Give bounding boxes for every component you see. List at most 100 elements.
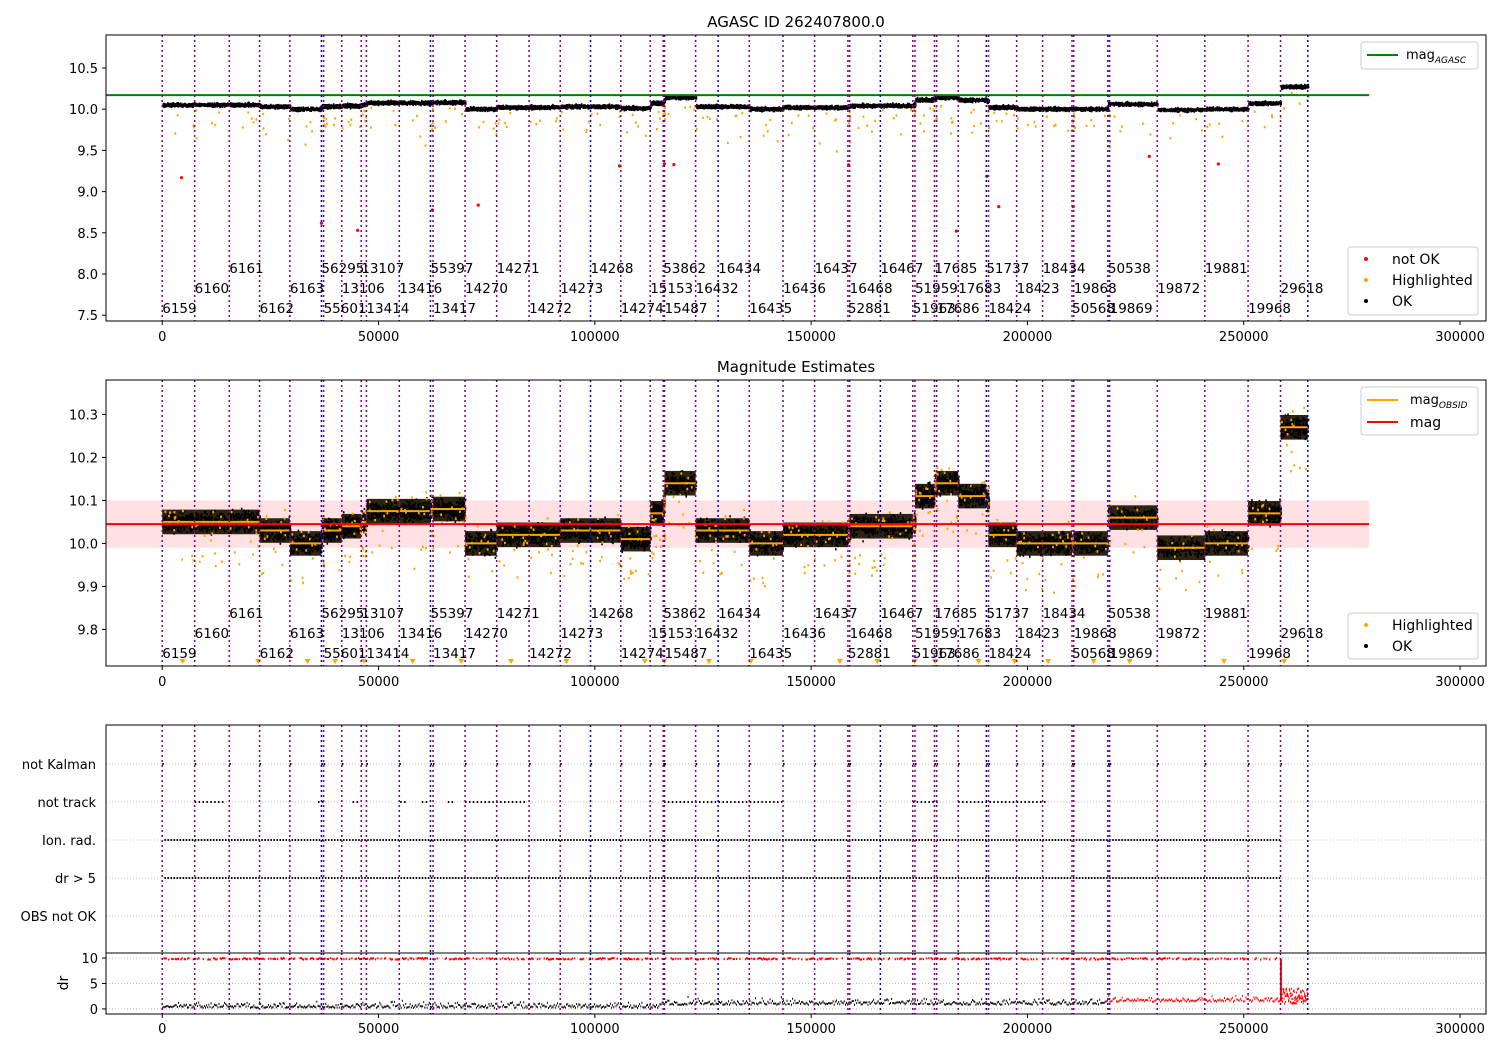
obs-points-16435 [749,105,785,143]
ok-points-16468 [849,102,882,109]
x-tick-label: 50000 [358,330,399,345]
ok-points-13106 [341,102,363,110]
not-ok-point-14270 [476,203,480,207]
obsid-label-6163: 6163 [290,281,324,297]
highlighted-points-55601 [324,117,337,128]
ok-points-16435 [749,105,785,113]
obs-points-14272 [529,103,562,126]
obsid-label-19868: 19868 [1074,626,1117,642]
obsid-label-6162: 6162 [260,646,294,662]
obsid-label-53862: 53862 [663,606,706,622]
figure: AGASC ID 262407800.0 6159616061616162616… [21,13,1487,1037]
highlighted-points-17685 [934,106,938,122]
obs-points-14274 [620,525,652,664]
flag-label: Ion. rad. [42,834,96,849]
obsid-label-51959: 51959 [915,626,958,642]
x-tick-label: 0 [158,675,166,690]
obsid-label-13416: 13416 [399,626,442,642]
ok-points-17683 [958,97,988,104]
obs-points-14271 [496,522,531,664]
obs-points-19881 [1204,106,1250,166]
obsid-label-51737: 51737 [986,261,1029,277]
highlighted-points-19869 [1113,115,1152,136]
ok-points-14272 [529,103,562,111]
obs-points-14273 [560,518,593,664]
not-ok-point-19869 [1147,154,1151,158]
dr-not-ok-points [1105,987,1309,1005]
legend2-highlighted-marker [1364,623,1368,627]
obsid-label-17685: 17685 [934,261,977,277]
obsid-label-16435: 16435 [749,646,792,662]
obs-points-16432 [695,103,720,131]
highlighted-points-14272 [529,117,558,126]
obs-points-55601 [323,103,344,128]
obsid-label-29618: 29618 [1281,281,1324,297]
obsid-label-50538: 50538 [1108,261,1151,277]
ok-points-19869 [1109,100,1159,108]
obs-points-18423 [1016,106,1044,130]
panel2-legend-upper: magOBSID mag [1360,386,1479,436]
obsid-label-16434: 16434 [718,261,761,277]
obsid-label-16467: 16467 [880,261,923,277]
highlighted-points-16434 [727,111,744,145]
obs-points-13106 [341,102,363,232]
panel2-legend-lower: Highlighted OK [1347,612,1479,660]
obsid-label-6161: 6161 [229,606,263,622]
panel1-frame [105,34,1487,322]
highlighted-points-18434 [1045,115,1074,133]
obs-points-6162 [259,103,292,142]
obs-points-14274 [620,104,652,137]
y-tick-label: 8.0 [77,268,98,283]
legend-not-ok-marker [1364,257,1368,261]
obs-points-13106 [341,511,363,564]
x-tick-label: 100000 [570,330,620,345]
obsid-label-15153: 15153 [650,281,693,297]
obsid-label-6161: 6161 [229,261,263,277]
obsid-label-16437: 16437 [815,606,858,622]
obsid-label-15153: 15153 [650,626,693,642]
obs-points-16467 [880,102,915,136]
obsid-label-18424: 18424 [989,301,1032,317]
highlighted-points-6162 [262,112,290,142]
obsid-label-13417: 13417 [433,646,476,662]
clipped-marker-13416 [409,659,416,664]
ok-points-19968 [1248,100,1283,107]
ok-points-14271 [496,104,531,111]
obsid-label-56295: 56295 [321,261,364,277]
x-tick-label: 150000 [786,675,836,690]
not-ok-point-15487 [672,163,676,167]
y-tick-label: 10.0 [69,103,98,118]
ok-points-16437 [814,104,850,111]
obsid-label-51737: 51737 [986,606,1029,622]
obsid-label-19968: 19968 [1248,301,1291,317]
obsid-label-55601: 55601 [324,301,367,317]
obsid-label-52881: 52881 [848,646,891,662]
obsid-label-14270: 14270 [465,281,508,297]
obs-points-16434 [718,103,751,145]
obsid-label-16432: 16432 [696,626,739,642]
obs-points-17683 [958,97,988,134]
obs-points-17686 [936,94,960,233]
obs-points-6163 [289,529,323,664]
obsid-label-15487: 15487 [664,646,707,662]
highlighted-points-6159 [174,110,196,135]
ok-points-16432 [695,103,720,110]
obs-points-50568 [1071,106,1076,209]
dr-tick-label: 10 [81,952,98,967]
x-tick-label: 50000 [358,1022,399,1037]
obsid-label-19869: 19869 [1110,301,1153,317]
not-ok-point-53862 [662,162,667,166]
ok-points-18424 [988,104,1019,111]
highlighted-points-13106 [341,118,361,130]
obsid-label-13106: 13106 [342,281,385,297]
obsid-label-18434: 18434 [1043,261,1086,277]
obsid-label-14271: 14271 [497,261,540,277]
obs-points-19872 [1157,106,1207,140]
highlighted-points-19872 [1169,114,1203,140]
obsid-label-14274: 14274 [621,646,664,662]
obs-points-16432 [695,517,720,664]
ok-points-6163 [290,105,323,113]
highlighted-points-18424 [993,111,1015,123]
ok-points-14270 [465,105,499,113]
x-tick-label: 0 [158,1022,166,1037]
